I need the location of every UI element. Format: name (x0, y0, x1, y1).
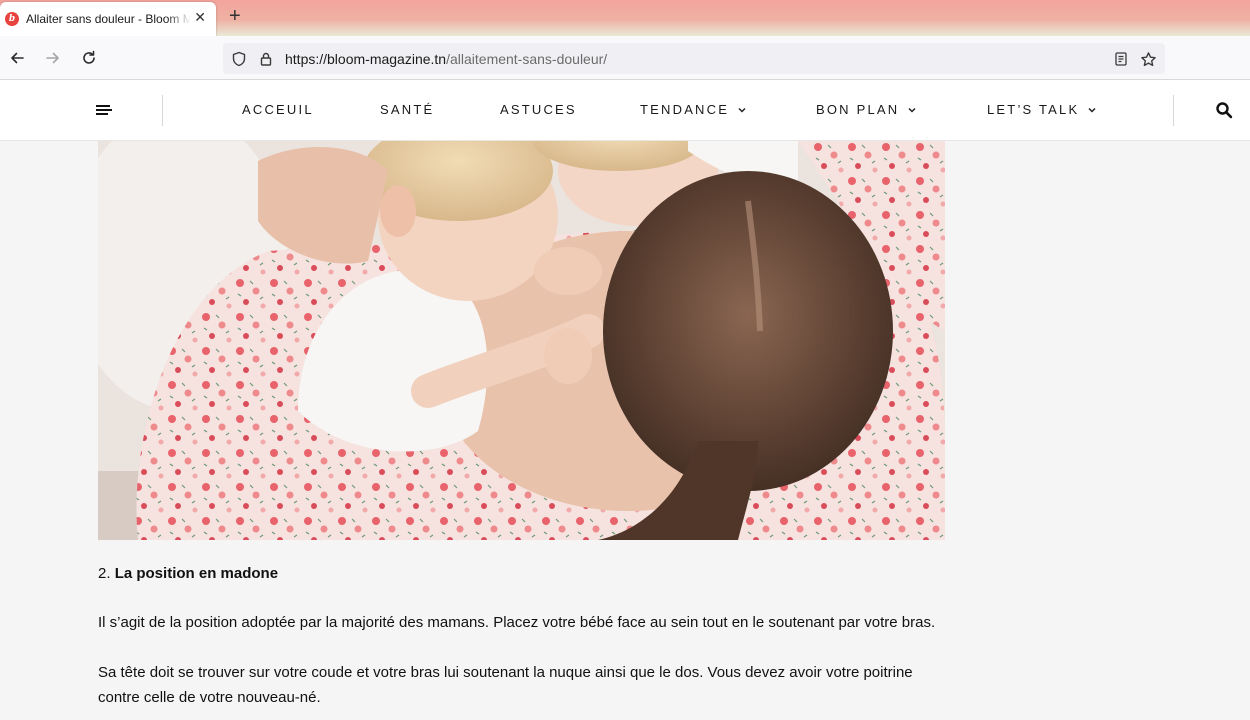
nav-label: SANTÉ (380, 102, 435, 117)
forward-arrow-icon[interactable] (43, 48, 63, 68)
section-heading: 2. La position en madone (98, 561, 948, 586)
article-paragraph: Il s’agit de la position adoptée par la … (98, 610, 948, 635)
header-divider (1173, 95, 1174, 126)
url-path: /allaitement-sans-douleur/ (446, 51, 608, 67)
chevron-down-icon (908, 107, 916, 113)
browser-tab-strip: b Allaiter sans douleur - Bloom Magazine… (0, 0, 1250, 36)
new-tab-button[interactable]: + (229, 6, 241, 26)
nav-label: ACCEUIL (242, 102, 314, 117)
bookmark-star-icon[interactable] (1139, 50, 1157, 68)
site-favicon-icon: b (5, 12, 19, 26)
paragraph-line: Sa tête doit se trouver sur votre coude … (98, 664, 913, 681)
hamburger-menu-icon[interactable] (96, 105, 112, 117)
paragraph-line: contre celle de votre nouveau-né. (98, 689, 321, 706)
reader-view-icon[interactable] (1112, 50, 1130, 68)
nav-item-sante[interactable]: SANTÉ (380, 102, 434, 117)
back-arrow-icon[interactable] (7, 48, 27, 68)
nav-label: ASTUCES (500, 102, 577, 117)
article-paragraph: Sa tête doit se trouver sur votre coude … (98, 660, 948, 710)
browser-tab[interactable]: b Allaiter sans douleur - Bloom Magazine… (0, 2, 216, 36)
article-hero-image (98, 141, 945, 540)
section-number: 2. (98, 565, 111, 582)
nav-label: TENDANCE (640, 102, 730, 117)
nav-item-astuces[interactable]: ASTUCES (500, 102, 577, 117)
nav-label: BON PLAN (816, 102, 900, 117)
section-title: La position en madone (114, 565, 279, 582)
tab-title: Allaiter sans douleur - Bloom Magazine (26, 12, 191, 26)
paragraph-text: Il s’agit de la position adoptée par la … (98, 614, 936, 631)
nav-item-lets-talk[interactable]: LET’S TALK (987, 102, 1097, 117)
nav-item-acceuil[interactable]: ACCEUIL (242, 102, 314, 117)
nav-label: LET’S TALK (987, 102, 1080, 117)
site-header: ACCEUIL SANTÉ ASTUCES TENDANCE BON PLAN … (0, 80, 1250, 141)
reload-icon[interactable] (79, 48, 99, 68)
nav-item-bon-plan[interactable]: BON PLAN (816, 102, 917, 117)
chevron-down-icon (738, 107, 746, 113)
browser-navigation-bar: https://bloom-magazine.tn/allaitement-sa… (0, 36, 1250, 80)
url-host: https://bloom-magazine.tn (285, 51, 447, 67)
header-divider (162, 95, 163, 126)
close-tab-icon[interactable]: ✕ (194, 10, 206, 24)
shield-icon[interactable] (230, 50, 248, 68)
lock-icon[interactable] (257, 50, 275, 68)
url-text[interactable]: https://bloom-magazine.tn/allaitement-sa… (285, 51, 607, 67)
address-bar[interactable]: https://bloom-magazine.tn/allaitement-sa… (223, 43, 1165, 74)
chevron-down-icon (1088, 107, 1096, 113)
search-icon[interactable] (1215, 101, 1233, 119)
nav-item-tendance[interactable]: TENDANCE (640, 102, 747, 117)
